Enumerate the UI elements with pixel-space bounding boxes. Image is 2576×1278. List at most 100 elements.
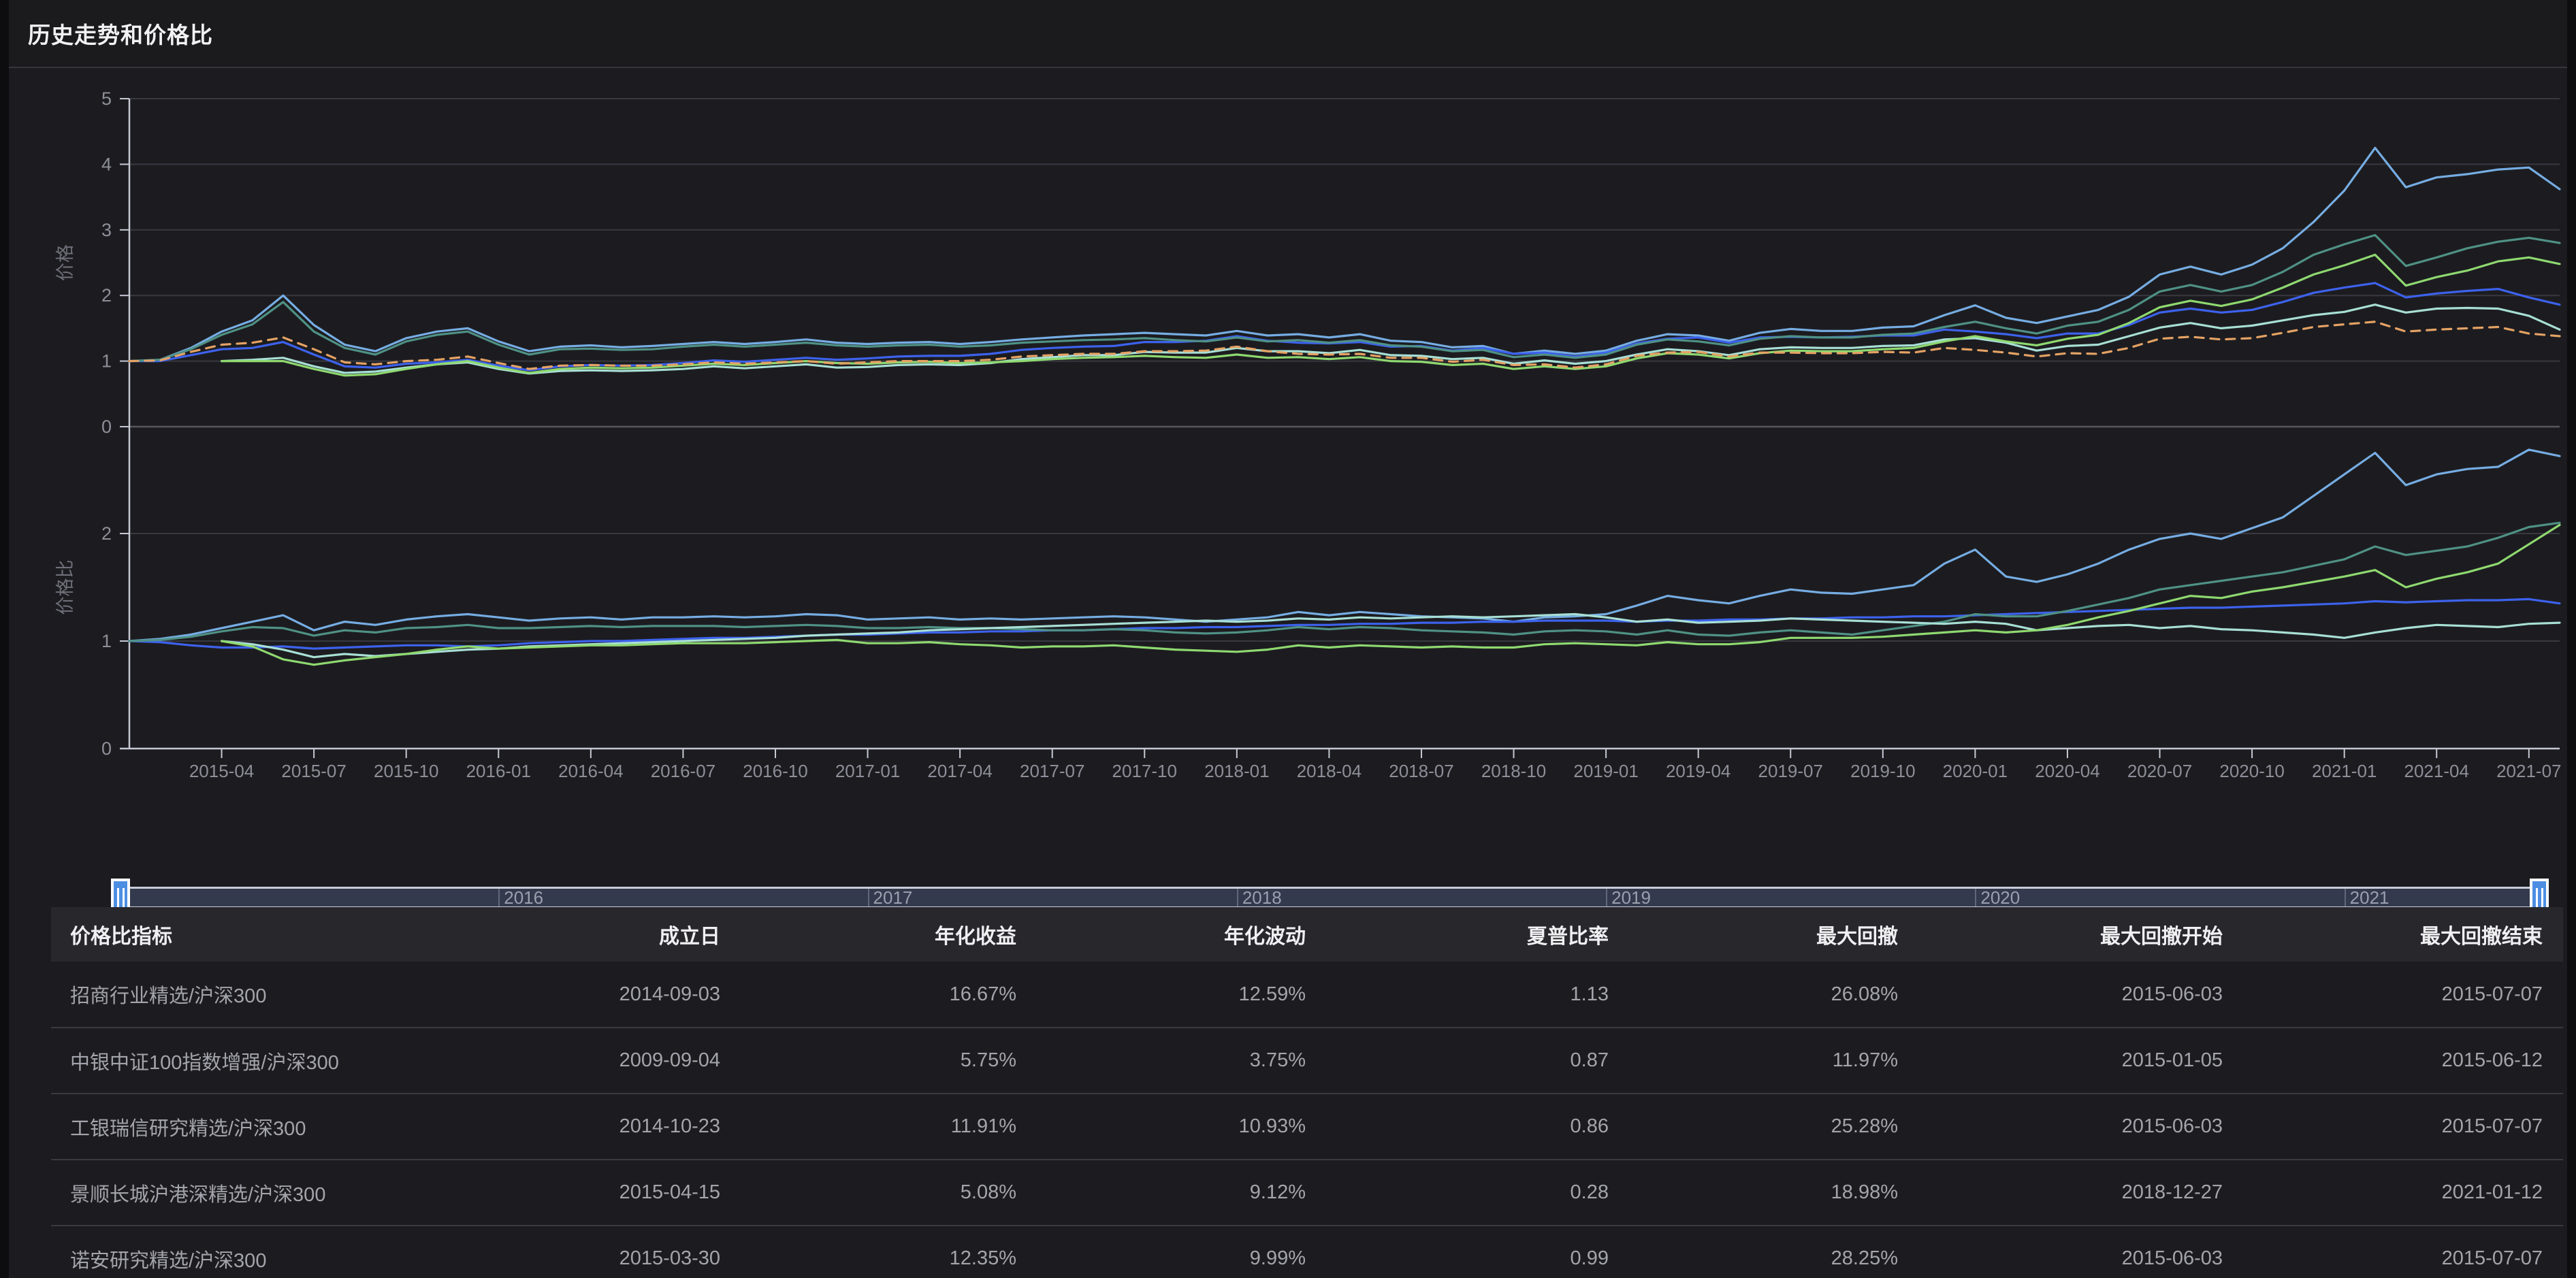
- table-cell: 景顺长城沪港深精选/沪深300: [51, 1160, 485, 1226]
- x-tick-label: 2017-04: [927, 761, 992, 781]
- x-tick-label: 2019-04: [1666, 761, 1730, 781]
- price-y-tick-label: 5: [101, 88, 112, 109]
- table-cell: 11.97%: [1629, 1028, 1918, 1094]
- ratio-series-line-4: [222, 525, 2560, 664]
- table-header-cell: 最大回撤: [1629, 907, 1918, 962]
- price-y-tick-label: 4: [101, 154, 112, 174]
- ratio-metrics-table: 价格比指标成立日年化收益年化波动夏普比率最大回撤最大回撤开始最大回撤结束 招商行…: [51, 907, 2563, 1278]
- x-tick-label: 2018-07: [1389, 761, 1453, 781]
- table-cell: 3.75%: [1037, 1028, 1326, 1094]
- table-cell: 28.25%: [1629, 1226, 1918, 1278]
- slider-year-label: 2019: [1606, 889, 1651, 906]
- price-series-line-5: [129, 322, 2560, 369]
- x-tick-label: 2016-07: [651, 761, 715, 781]
- price-series-line-2: [129, 235, 2560, 361]
- ratio-y-tick-label: 1: [101, 631, 112, 651]
- table-cell: 0.99: [1326, 1226, 1629, 1278]
- page-title: 历史走势和价格比: [28, 17, 213, 50]
- table-cell: 中银中证100指数增强/沪深300: [51, 1028, 485, 1094]
- history-chart[interactable]: 0123450122015-042015-072015-102016-01201…: [9, 68, 2567, 810]
- x-tick-label: 2017-10: [1112, 761, 1177, 781]
- slider-year-label: 2016: [498, 889, 543, 906]
- table-cell: 2015-06-12: [2243, 1028, 2563, 1094]
- slider-year-label: 2018: [1237, 889, 1282, 906]
- table-cell: 2015-07-07: [2243, 962, 2563, 1028]
- x-tick-label: 2016-10: [743, 761, 807, 781]
- table-cell: 2015-01-05: [1918, 1028, 2243, 1094]
- table-cell: 18.98%: [1629, 1160, 1918, 1226]
- table-cell: 12.35%: [741, 1226, 1037, 1278]
- card-header: 历史走势和价格比: [9, 0, 2567, 68]
- table-header-cell: 年化收益: [741, 907, 1037, 962]
- page: 历史走势和价格比 0123450122015-042015-072015-102…: [0, 0, 2576, 1278]
- table-header-cell: 夏普比率: [1326, 907, 1629, 962]
- table-cell: 11.91%: [741, 1094, 1037, 1160]
- price-series-line-0: [129, 148, 2560, 361]
- table-cell: 10.93%: [1037, 1094, 1326, 1160]
- table-cell: 2015-06-03: [1918, 1226, 2243, 1278]
- main-panel: 历史走势和价格比 0123450122015-042015-072015-102…: [9, 0, 2567, 1278]
- x-tick-label: 2017-01: [835, 761, 900, 781]
- x-tick-label: 2020-07: [2127, 761, 2192, 781]
- table-cell: 16.67%: [741, 962, 1037, 1028]
- x-tick-label: 2021-07: [2496, 761, 2561, 781]
- table-cell: 2014-10-23: [485, 1094, 741, 1160]
- price-y-tick-label: 3: [101, 220, 112, 240]
- table-cell: 5.75%: [741, 1028, 1037, 1094]
- price-y-tick-label: 0: [101, 416, 112, 437]
- table-cell: 2021-01-12: [2243, 1160, 2563, 1226]
- x-tick-label: 2016-01: [466, 761, 531, 781]
- x-tick-label: 2018-10: [1481, 761, 1546, 781]
- table-cell: 0.28: [1326, 1160, 1629, 1226]
- table-cell: 2015-04-15: [485, 1160, 741, 1226]
- ratio-series-line-0: [129, 450, 2560, 641]
- x-tick-label: 2016-04: [558, 761, 623, 781]
- table-cell: 2018-12-27: [1918, 1160, 2243, 1226]
- ratio-series-line-3: [222, 615, 2560, 657]
- x-tick-label: 2021-01: [2312, 761, 2377, 781]
- table-row: 工银瑞信研究精选/沪深3002014-10-2311.91%10.93%0.86…: [51, 1094, 2563, 1160]
- table-cell: 2015-06-03: [1918, 1094, 2243, 1160]
- table-header-cell: 成立日: [485, 907, 741, 962]
- table-header-cell: 价格比指标: [51, 907, 485, 962]
- x-tick-label: 2018-01: [1204, 761, 1269, 781]
- price-y-tick-label: 2: [101, 285, 112, 306]
- table-row: 中银中证100指数增强/沪深3002009-09-045.75%3.75%0.8…: [51, 1028, 2563, 1094]
- table-cell: 2015-03-30: [485, 1226, 741, 1278]
- x-tick-label: 2021-04: [2404, 761, 2469, 781]
- x-tick-label: 2015-10: [374, 761, 438, 781]
- table-cell: 诺安研究精选/沪深300: [51, 1226, 485, 1278]
- table-header-row: 价格比指标成立日年化收益年化波动夏普比率最大回撤最大回撤开始最大回撤结束: [51, 907, 2563, 962]
- x-tick-label: 2020-01: [1943, 761, 2008, 781]
- charts-svg: 0123450122015-042015-072015-102016-01201…: [9, 68, 2567, 857]
- slider-year-label: 2017: [868, 889, 913, 906]
- x-tick-label: 2015-07: [281, 761, 346, 781]
- price-series-line-3: [222, 305, 2560, 374]
- ratio-axis-name: 价格比: [55, 560, 76, 615]
- slider-year-label: 2020: [1975, 889, 2020, 906]
- table-cell: 2009-09-04: [485, 1028, 741, 1094]
- table-cell: 12.59%: [1037, 962, 1326, 1028]
- table-cell: 5.08%: [741, 1160, 1037, 1226]
- x-tick-label: 2017-07: [1020, 761, 1084, 781]
- table-cell: 9.12%: [1037, 1160, 1326, 1226]
- x-tick-label: 2019-07: [1758, 761, 1823, 781]
- x-tick-label: 2015-04: [189, 761, 254, 781]
- slider-year-label: 2021: [2345, 889, 2389, 906]
- table-header-cell: 最大回撤结束: [2243, 907, 2563, 962]
- table-cell: 0.87: [1326, 1028, 1629, 1094]
- table-cell: 25.28%: [1629, 1094, 1918, 1160]
- datazoom-track[interactable]: 2016 2017 2018 2019 2020 2021: [120, 887, 2539, 908]
- ratio-y-tick-label: 0: [101, 738, 112, 759]
- table-row: 景顺长城沪港深精选/沪深3002015-04-155.08%9.12%0.281…: [51, 1160, 2563, 1226]
- table-row: 招商行业精选/沪深3002014-09-0316.67%12.59%1.1326…: [51, 962, 2563, 1028]
- table-cell: 1.13: [1326, 962, 1629, 1028]
- table-cell: 2015-07-07: [2243, 1094, 2563, 1160]
- table-cell: 2015-07-07: [2243, 1226, 2563, 1278]
- table-cell: 工银瑞信研究精选/沪深300: [51, 1094, 485, 1160]
- x-tick-label: 2019-10: [1850, 761, 1915, 781]
- x-tick-label: 2019-01: [1573, 761, 1638, 781]
- table-cell: 2014-09-03: [485, 962, 741, 1028]
- table-header-cell: 年化波动: [1037, 907, 1326, 962]
- table-cell: 0.86: [1326, 1094, 1629, 1160]
